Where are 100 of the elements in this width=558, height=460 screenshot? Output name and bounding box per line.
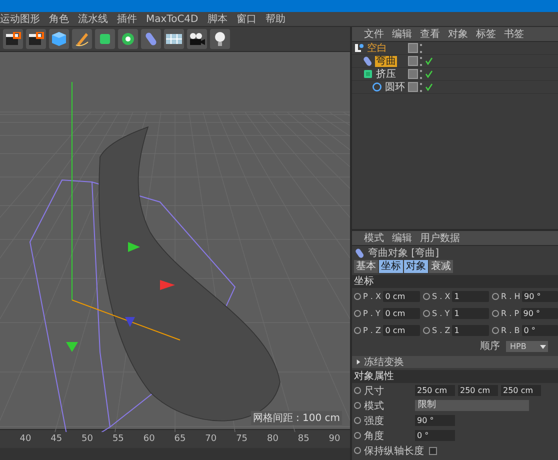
radio-icon[interactable] — [354, 293, 361, 300]
dropdown[interactable]: HPB — [506, 341, 548, 352]
radio-icon[interactable] — [492, 293, 499, 300]
menu-item[interactable]: MaxToC4D — [146, 12, 198, 26]
input-field[interactable]: 1 — [452, 291, 489, 302]
field-label: R . B — [501, 326, 520, 335]
input-field[interactable]: 250 cm — [458, 385, 498, 396]
field-label: P . X — [363, 292, 382, 301]
field-label: 保持纵轴长度 — [364, 444, 424, 458]
input-field[interactable]: 90 ° — [521, 308, 558, 319]
field-label: R . P — [501, 309, 520, 318]
menu-item[interactable]: 书签 — [504, 28, 524, 40]
3d-viewport[interactable]: 网格间距 : 100 cm — [0, 52, 350, 429]
input-field[interactable]: 0 cm — [383, 325, 420, 336]
frame-number: 65 — [174, 434, 186, 444]
circle-spline-icon — [372, 82, 382, 92]
visibility-dots-icon[interactable] — [420, 56, 423, 66]
capsule-icon — [363, 56, 373, 66]
clapperboard-icon[interactable] — [3, 29, 23, 49]
input-field[interactable]: 0 ° — [522, 325, 558, 336]
grid-spacing-label: 网格间距 : 100 cm — [250, 411, 342, 425]
frame-number: 60 — [143, 434, 155, 444]
radio-icon[interactable] — [354, 310, 361, 317]
menu-item[interactable]: 帮助 — [265, 12, 286, 26]
menu-item[interactable]: 角色 — [49, 12, 69, 26]
object-name[interactable]: 弯曲 — [375, 56, 397, 66]
field-label: 角度 — [364, 430, 385, 442]
radio-icon[interactable] — [492, 327, 499, 334]
radio-icon[interactable] — [423, 310, 430, 317]
menu-item[interactable]: 文件 — [364, 28, 384, 40]
menu-item[interactable]: 插件 — [117, 12, 137, 26]
tab[interactable]: 坐标 — [379, 260, 403, 273]
dropdown[interactable]: 限制 — [415, 400, 529, 411]
cube-icon — [363, 69, 373, 79]
field-label: 模式 — [364, 400, 385, 412]
radio-icon[interactable] — [354, 417, 361, 424]
menu-item[interactable]: 编辑 — [392, 232, 412, 244]
radio-icon[interactable] — [492, 310, 499, 317]
cube-icon[interactable] — [49, 29, 69, 49]
menu-item[interactable]: 脚本 — [207, 12, 228, 26]
menu-item[interactable]: 用户数据 — [420, 232, 460, 244]
frame-number: 75 — [236, 434, 248, 444]
frame-number: 45 — [50, 434, 62, 444]
menu-item[interactable]: 编辑 — [392, 28, 412, 40]
checkmark-icon[interactable] — [425, 70, 433, 78]
flower-icon[interactable] — [118, 29, 138, 49]
field-label: P . Y — [363, 309, 382, 318]
tab[interactable]: 对象 — [404, 260, 428, 273]
frame-number: 50 — [82, 434, 93, 444]
expand-arrow-icon[interactable] — [356, 359, 361, 365]
radio-icon[interactable] — [354, 387, 361, 394]
checkmark-icon[interactable] — [425, 83, 433, 91]
radio-icon[interactable] — [354, 327, 361, 334]
menu-item[interactable]: 运动图形 — [0, 12, 40, 26]
visibility-dots-icon[interactable] — [420, 82, 423, 92]
checkmark-icon[interactable] — [425, 57, 433, 65]
menu-item[interactable]: 模式 — [364, 232, 384, 244]
floor-grid-icon[interactable] — [164, 29, 184, 49]
visibility-dots-icon[interactable] — [420, 70, 423, 78]
pen-icon[interactable] — [72, 29, 92, 49]
input-field[interactable]: 0 cm — [383, 308, 420, 319]
input-field[interactable]: 0 cm — [383, 291, 420, 302]
input-field[interactable]: 250 cm — [501, 385, 541, 396]
camera-icon[interactable] — [187, 29, 207, 49]
object-name[interactable]: 圆环 — [384, 82, 406, 92]
collapsible-header[interactable]: 冻结变换 — [352, 356, 558, 368]
menu-item[interactable]: 查看 — [420, 28, 440, 40]
visibility-dots-icon[interactable] — [420, 44, 423, 52]
radio-icon[interactable] — [354, 432, 361, 439]
radio-icon[interactable] — [423, 293, 430, 300]
menu-item[interactable]: 流水线 — [78, 12, 108, 26]
caret-icon[interactable] — [540, 344, 546, 348]
object-name[interactable]: 空白 — [366, 42, 388, 54]
frame-number: 80 — [266, 434, 278, 444]
checkbox[interactable] — [429, 446, 437, 454]
light-bulb-icon[interactable] — [210, 29, 230, 49]
menu-item[interactable]: 对象 — [448, 28, 468, 40]
radio-icon[interactable] — [354, 447, 361, 454]
frame-number: 85 — [298, 434, 310, 444]
field-label: 强度 — [364, 414, 385, 428]
rounded-cube-icon[interactable] — [95, 29, 115, 49]
input-field[interactable]: 90 ° — [415, 415, 455, 426]
menu-item[interactable]: 窗口 — [236, 12, 256, 26]
radio-icon[interactable] — [423, 327, 430, 334]
input-field[interactable]: 90 ° — [522, 291, 558, 302]
tab[interactable]: 衰减 — [429, 260, 453, 273]
field-label: S . X — [432, 292, 450, 301]
input-field[interactable]: 250 cm — [415, 385, 455, 396]
menu-item[interactable]: 标签 — [476, 28, 496, 40]
null-object-icon — [354, 43, 364, 53]
capsule-icon — [355, 248, 365, 258]
frame-number: 55 — [112, 434, 124, 444]
input-field[interactable]: 1 — [452, 325, 489, 336]
input-field[interactable]: 0 ° — [415, 430, 455, 441]
tab[interactable]: 基本 — [354, 260, 378, 273]
field-label: P . Z — [363, 326, 382, 335]
clapperboard-icon[interactable] — [26, 29, 46, 49]
input-field[interactable]: 1 — [452, 308, 489, 319]
object-name[interactable]: 挤压 — [375, 68, 397, 80]
radio-icon[interactable] — [354, 402, 361, 409]
